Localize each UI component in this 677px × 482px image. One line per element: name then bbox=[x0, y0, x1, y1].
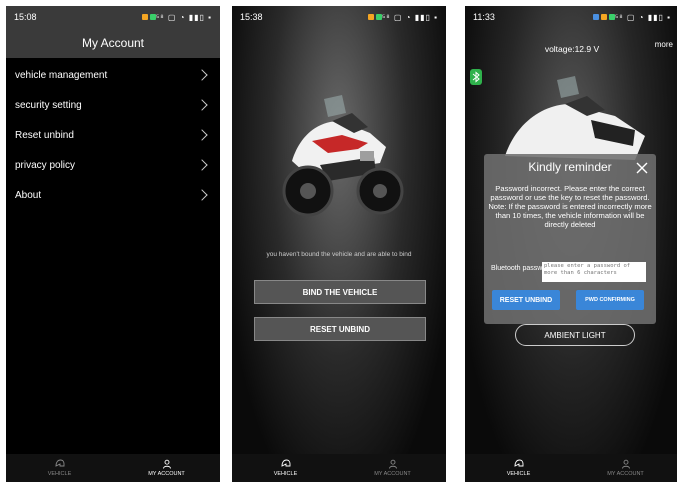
status-time: 15:38 bbox=[240, 12, 263, 22]
helmet-icon bbox=[281, 459, 290, 467]
notification-icons bbox=[367, 14, 382, 20]
tab-my-account[interactable]: MY ACCOUNT bbox=[113, 454, 220, 482]
tab-label: MY ACCOUNT bbox=[148, 471, 185, 477]
notification-icons bbox=[141, 14, 156, 20]
tab-vehicle[interactable]: VEHICLE bbox=[232, 454, 339, 482]
tab-label: MY ACCOUNT bbox=[374, 471, 411, 477]
dialog-message: Password incorrect. Please enter the cor… bbox=[488, 184, 652, 229]
status-time: 11:33 bbox=[473, 12, 495, 22]
reset-unbind-button[interactable]: RESET UNBIND bbox=[254, 317, 426, 341]
chevron-right-icon bbox=[196, 188, 210, 202]
bottom-tab-bar: VEHICLE MY ACCOUNT bbox=[465, 454, 677, 482]
helmet-icon bbox=[55, 459, 64, 467]
chevron-right-icon bbox=[196, 68, 210, 82]
menu-item-label: About bbox=[15, 189, 42, 201]
phone-my-account: 15:08 ⁵⁸ ▢ ◔ ▮▮▯ ▪ My Account vehicle ma… bbox=[6, 6, 220, 482]
person-icon bbox=[162, 459, 171, 469]
tab-label: MY ACCOUNT bbox=[607, 471, 644, 477]
ambient-light-button[interactable]: AMBIENT LIGHT bbox=[515, 324, 635, 346]
menu-item-reset-unbind[interactable]: Reset unbind bbox=[6, 120, 220, 150]
status-bar: 15:08 ⁵⁸ ▢ ◔ ▮▮▯ ▪ bbox=[6, 6, 220, 28]
motorcycle-image bbox=[505, 76, 645, 160]
more-button[interactable]: more bbox=[655, 40, 673, 49]
menu-item-about[interactable]: About bbox=[6, 180, 220, 210]
menu-item-label: Reset unbind bbox=[15, 129, 74, 141]
tab-vehicle[interactable]: VEHICLE bbox=[465, 454, 572, 482]
bluetooth-icon[interactable] bbox=[470, 69, 482, 85]
bottom-tab-bar: VEHICLE MY ACCOUNT bbox=[6, 454, 220, 482]
account-menu: vehicle management security setting Rese… bbox=[6, 60, 220, 210]
person-icon bbox=[621, 459, 630, 469]
password-dialog: Kindly reminder Password incorrect. Plea… bbox=[484, 154, 656, 324]
page-title: My Account bbox=[81, 36, 145, 50]
close-icon[interactable] bbox=[636, 162, 648, 174]
system-icons: ⁵⁸ ▢ ◔ ▮▮▯ ▪ bbox=[381, 12, 438, 22]
bottom-tab-bar: VEHICLE MY ACCOUNT bbox=[232, 454, 446, 482]
phone-vehicle-unbound: 15:38 ⁵⁸ ▢ ◔ ▮▮▯ ▪ you haven't bound the… bbox=[232, 6, 446, 482]
bind-hint-text: you haven't bound the vehicle and are ab… bbox=[266, 251, 412, 258]
phone-vehicle-password-dialog: 11:33 ⁵⁸ ▢ ◔ ▮▮▯ ▪ voltage:12.9 V more A… bbox=[465, 6, 677, 482]
chevron-right-icon bbox=[196, 158, 210, 172]
menu-item-vehicle-management[interactable]: vehicle management bbox=[6, 60, 220, 90]
system-icons: ⁵⁸ ▢ ◔ ▮▮▯ ▪ bbox=[155, 12, 212, 22]
notification-icons bbox=[592, 14, 615, 20]
status-time: 15:08 bbox=[14, 12, 37, 22]
tab-vehicle[interactable]: VEHICLE bbox=[6, 454, 113, 482]
reset-unbind-button[interactable]: RESET UNBIND bbox=[492, 290, 560, 310]
tab-my-account[interactable]: MY ACCOUNT bbox=[572, 454, 677, 482]
status-bar: 15:38 ⁵⁸ ▢ ◔ ▮▮▯ ▪ bbox=[232, 6, 446, 28]
tab-my-account[interactable]: MY ACCOUNT bbox=[339, 454, 446, 482]
bind-vehicle-button[interactable]: BIND THE VEHICLE bbox=[254, 280, 426, 304]
pwd-confirm-button[interactable]: PWD CONFIRMING bbox=[576, 290, 644, 310]
dialog-title: Kindly reminder bbox=[528, 160, 612, 174]
menu-item-label: vehicle management bbox=[15, 69, 108, 81]
menu-item-privacy-policy[interactable]: privacy policy bbox=[6, 150, 220, 180]
menu-item-security-setting[interactable]: security setting bbox=[6, 90, 220, 120]
password-input[interactable] bbox=[542, 262, 646, 282]
menu-item-label: privacy policy bbox=[15, 159, 76, 171]
voltage-readout: voltage:12.9 V bbox=[544, 44, 600, 54]
person-icon bbox=[388, 459, 397, 469]
helmet-icon bbox=[514, 459, 523, 467]
status-bar: 11:33 ⁵⁸ ▢ ◔ ▮▮▯ ▪ bbox=[465, 6, 677, 28]
chevron-right-icon bbox=[196, 128, 210, 142]
chevron-right-icon bbox=[196, 98, 210, 112]
motorcycle-image bbox=[282, 95, 404, 217]
tab-label: VEHICLE bbox=[506, 471, 531, 477]
system-icons: ⁵⁸ ▢ ◔ ▮▮▯ ▪ bbox=[614, 12, 671, 22]
tab-label: VEHICLE bbox=[273, 471, 298, 477]
menu-item-label: security setting bbox=[15, 99, 82, 111]
tab-label: VEHICLE bbox=[47, 471, 72, 477]
